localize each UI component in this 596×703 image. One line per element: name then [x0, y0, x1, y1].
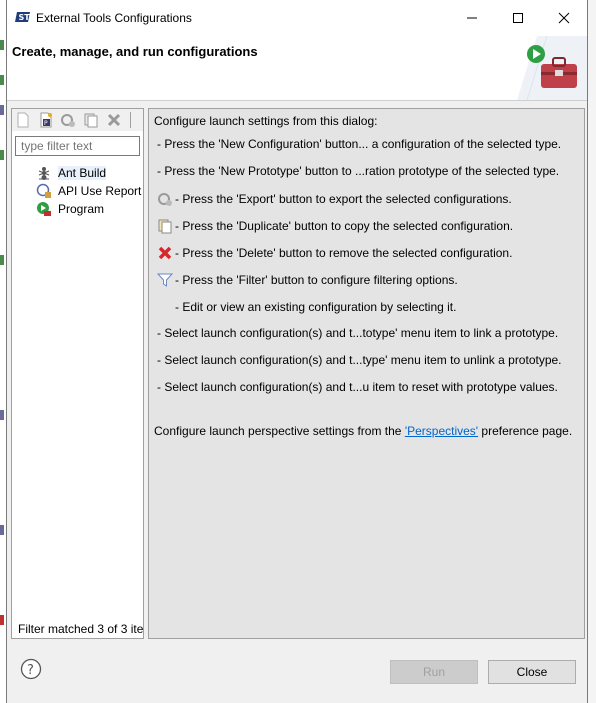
st-logo-icon: ST — [15, 12, 31, 22]
help-line-link-prototype: - Select launch configuration(s) and t..… — [157, 326, 559, 340]
ant-icon — [38, 167, 50, 180]
help-line-filter: - Press the 'Filter' button to configure… — [175, 273, 458, 287]
perspective-text: Configure launch perspective settings fr… — [154, 424, 572, 438]
maximize-button[interactable] — [495, 0, 541, 36]
tree-item-label: Program — [58, 202, 105, 216]
help-line-edit: - Edit or view an existing configuration… — [175, 300, 457, 314]
tree-item-label: Ant Build — [58, 166, 107, 180]
dialog-window: ST External Tools Configurations Create,… — [6, 0, 588, 703]
export-icon — [158, 193, 172, 206]
configuration-tree-pane: P Ant Build — [11, 108, 144, 639]
run-button[interactable]: Run — [390, 660, 478, 684]
perspectives-link[interactable]: 'Perspectives' — [405, 424, 478, 438]
help-line-new-configuration: - Press the 'New Configuration' button..… — [157, 137, 562, 151]
svg-text:?: ? — [27, 663, 34, 678]
program-icon — [37, 202, 51, 216]
close-icon — [558, 12, 570, 24]
export-icon[interactable] — [60, 112, 76, 128]
window-shadow — [588, 0, 596, 703]
delete-icon[interactable] — [106, 112, 122, 128]
dialog-header: Create, manage, and run configurations — [7, 36, 587, 100]
close-window-button[interactable] — [541, 0, 587, 36]
new-prototype-icon[interactable]: P — [38, 112, 54, 128]
new-configuration-icon[interactable] — [15, 112, 31, 128]
toolbar-separator — [130, 112, 131, 128]
window-title: External Tools Configurations — [36, 11, 192, 25]
api-report-icon — [36, 183, 51, 198]
tree-item-api-use-report[interactable]: API Use Report — [36, 182, 141, 200]
minimize-button[interactable] — [449, 0, 495, 36]
duplicate-icon[interactable] — [83, 112, 99, 128]
svg-text:P: P — [44, 120, 48, 127]
tree-item-program[interactable]: Program — [36, 200, 104, 218]
header-divider — [7, 100, 587, 101]
tree-item-label: API Use Report — [58, 184, 142, 198]
filter-status: Filter matched 3 of 3 items — [18, 622, 143, 636]
filter-icon — [157, 273, 173, 287]
svg-text:ST: ST — [19, 13, 31, 22]
toolbox-run-icon — [517, 36, 587, 100]
help-pane: Configure launch settings from this dial… — [148, 108, 585, 639]
perspective-suffix: preference page. — [478, 424, 573, 438]
help-line-new-prototype: - Press the 'New Prototype' button to ..… — [157, 164, 560, 178]
tree-item-ant-build[interactable]: Ant Build — [36, 164, 107, 182]
minimize-icon — [467, 17, 477, 19]
intro-text: Configure launch settings from this dial… — [154, 114, 378, 128]
help-line-reset-prototype: - Select launch configuration(s) and t..… — [157, 380, 558, 394]
close-button[interactable]: Close — [488, 660, 576, 684]
title-bar: ST External Tools Configurations — [7, 0, 587, 36]
tree-toolbar: P — [12, 109, 143, 131]
help-line-unlink-prototype: - Select launch configuration(s) and t..… — [157, 353, 562, 367]
maximize-icon — [513, 13, 523, 23]
help-line-duplicate: - Press the 'Duplicate' button to copy t… — [175, 219, 514, 233]
help-line-delete: - Press the 'Delete' button to remove th… — [175, 246, 513, 260]
help-line-export: - Press the 'Export' button to export th… — [175, 192, 512, 206]
delete-icon — [158, 246, 172, 260]
header-title: Create, manage, and run configurations — [12, 44, 258, 59]
filter-input[interactable] — [15, 136, 140, 156]
help-icon[interactable]: ? — [20, 658, 42, 680]
perspective-prefix: Configure launch perspective settings fr… — [154, 424, 405, 438]
duplicate-icon — [158, 219, 172, 234]
